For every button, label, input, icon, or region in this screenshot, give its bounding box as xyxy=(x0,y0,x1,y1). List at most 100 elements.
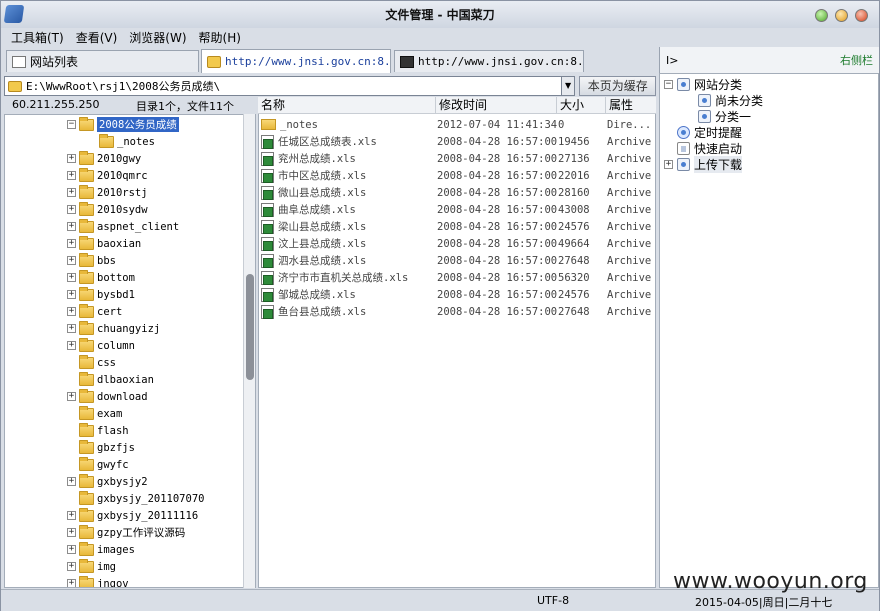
tree-expander[interactable]: + xyxy=(67,341,76,350)
sidebar-item-label: 上传下载 xyxy=(694,155,743,173)
tree-expander[interactable]: + xyxy=(67,205,76,214)
tree-expander[interactable]: + xyxy=(67,171,76,180)
sidebar-item[interactable]: 分类一 xyxy=(698,108,751,124)
file-row[interactable]: 济宁市市直机关总成绩.xls 2008-04-28 16:57:00 56320 Ar… xyxy=(259,269,655,286)
tab-file-manager[interactable]: http://www.jnsi.gov.cn:8... xyxy=(201,49,391,73)
tree-item[interactable]: gbzfjs xyxy=(67,439,135,456)
tree-item[interactable]: + images xyxy=(67,541,135,558)
right-panel-label[interactable]: 右侧栏 xyxy=(840,52,873,68)
tree-expander[interactable]: + xyxy=(67,188,76,197)
tree-expander[interactable]: + xyxy=(67,222,76,231)
tree-item[interactable]: + aspnet_client xyxy=(67,218,179,235)
tree-item[interactable]: + gxbysjy2 xyxy=(67,473,148,490)
file-row[interactable]: 兖州总成绩.xls 2008-04-28 16:57:00 27136 Archive xyxy=(259,150,655,167)
sidebar-item[interactable]: − 网站分类 xyxy=(664,76,742,92)
folder-icon xyxy=(79,524,94,539)
file-modified: 2008-04-28 16:57:00 xyxy=(437,271,558,284)
tree-item[interactable]: css xyxy=(67,354,116,371)
watermark: www.wooyun.org xyxy=(673,569,868,594)
tree-item-label: img xyxy=(97,560,116,573)
path-dropdown-button[interactable]: ▼ xyxy=(561,76,576,96)
file-row[interactable]: _notes 2012-07-04 11:41:34 0 Dire... xyxy=(259,116,655,133)
sidebar-item[interactable]: + 上传下载 xyxy=(664,155,743,173)
tree-item[interactable]: +2010rstj xyxy=(67,184,148,201)
tree-item[interactable]: + baoxian xyxy=(67,235,141,252)
tree-expander[interactable]: + xyxy=(67,477,76,486)
tree-expander[interactable]: − xyxy=(664,79,673,89)
tree-item[interactable]: gwyfc xyxy=(67,456,129,473)
tree-expander[interactable]: + xyxy=(67,392,76,401)
tree-item[interactable]: exam xyxy=(67,405,122,422)
tree-item-label: jngov xyxy=(97,577,129,588)
menu-browser[interactable]: 浏览器(W) xyxy=(127,28,192,46)
tree-expander[interactable]: + xyxy=(67,579,76,587)
file-modified: 2008-04-28 16:57:00 xyxy=(437,203,558,216)
folder-icon xyxy=(79,320,94,335)
file-row[interactable]: 任城区总成绩表.xls 2008-04-28 16:57:00 19456 Archi… xyxy=(259,133,655,150)
tab-site-list[interactable]: 网站列表 xyxy=(6,50,199,72)
sidebar-item-label: 尚未分类 xyxy=(715,93,764,108)
menu-help[interactable]: 帮助(H) xyxy=(197,28,247,46)
sidebar-item[interactable]: 定时提醒 xyxy=(664,124,742,140)
file-row[interactable]: 邹城总成绩.xls 2008-04-28 16:57:00 24576 Archive xyxy=(259,286,655,303)
tree-item[interactable]: +2010gwy xyxy=(67,150,141,167)
tree-item[interactable]: + download xyxy=(67,388,148,405)
file-attr: Archive xyxy=(607,288,652,301)
file-row[interactable]: 微山县总成绩.xls 2008-04-28 16:57:00 28160 Archiv… xyxy=(259,184,655,201)
sidebar-item[interactable]: 尚未分类 xyxy=(698,92,763,108)
minimize-button[interactable] xyxy=(815,9,828,22)
close-button[interactable] xyxy=(855,9,868,22)
file-row[interactable]: 梁山县总成绩.xls 2008-04-28 16:57:00 24576 Archiv… xyxy=(259,218,655,235)
tree-expander[interactable]: + xyxy=(67,528,76,537)
tree-expander[interactable]: + xyxy=(67,324,76,333)
tree-expander[interactable]: + xyxy=(67,290,76,299)
tree-expander[interactable]: + xyxy=(664,159,673,169)
tree-item[interactable]: + bbs xyxy=(67,252,116,269)
tree-item[interactable]: + bysbd1 xyxy=(67,286,135,303)
tree-expander[interactable]: − xyxy=(67,120,76,129)
scrollbar-thumb[interactable] xyxy=(246,274,254,380)
cache-button[interactable]: 本页为缓存 xyxy=(579,76,656,96)
file-row[interactable]: 市中区总成绩.xls 2008-04-28 16:57:00 22016 Archiv… xyxy=(259,167,655,184)
file-row[interactable]: 鱼台县总成绩.xls 2008-04-28 16:57:00 27648 Archiv… xyxy=(259,303,655,320)
file-row[interactable]: 曲阜总成绩.xls 2008-04-28 16:57:00 43008 Archive xyxy=(259,201,655,218)
tree-item[interactable]: + gzpy工作评议源码 xyxy=(67,524,185,541)
column-attr[interactable]: 属性 xyxy=(606,97,656,114)
column-name[interactable]: 名称 xyxy=(258,97,436,114)
column-size[interactable]: 大小 xyxy=(557,97,606,114)
tree-expander[interactable]: + xyxy=(67,545,76,554)
tree-expander[interactable]: + xyxy=(67,154,76,163)
panel-toggle-button[interactable]: I> xyxy=(666,54,678,67)
tree-expander[interactable]: + xyxy=(67,562,76,571)
tree-expander[interactable]: + xyxy=(67,273,76,282)
menu-view[interactable]: 查看(V) xyxy=(74,28,124,46)
tree-item[interactable]: _notes xyxy=(87,133,155,150)
tree-item[interactable]: flash xyxy=(67,422,129,439)
tree-item[interactable]: +2010sydw xyxy=(67,201,148,218)
tree-item[interactable]: dlbaoxian xyxy=(67,371,154,388)
tree-expander[interactable]: + xyxy=(67,307,76,316)
tree-item[interactable]: + cert xyxy=(67,303,122,320)
menu-toolbox[interactable]: 工具箱(T) xyxy=(9,28,70,46)
tree-item[interactable]: + jngov xyxy=(67,575,129,588)
tree-expander[interactable]: + xyxy=(67,511,76,520)
tree-expander[interactable]: + xyxy=(67,239,76,248)
file-row[interactable]: 汶上县总成绩.xls 2008-04-28 16:57:00 49664 Archiv… xyxy=(259,235,655,252)
file-row[interactable]: 泗水县总成绩.xls 2008-04-28 16:57:00 27648 Archiv… xyxy=(259,252,655,269)
tree-expander[interactable]: + xyxy=(67,256,76,265)
path-input[interactable]: E:\WwwRoot\rsj1\2008公务员成绩\ xyxy=(4,76,562,96)
tree-item[interactable]: − 2008公务员成绩 xyxy=(67,116,179,133)
tree-item[interactable]: +2010qmrc xyxy=(67,167,148,184)
sidebar-item[interactable]: 快速启动 xyxy=(664,140,742,156)
maximize-button[interactable] xyxy=(835,9,848,22)
tree-item-label: gxbysjy2 xyxy=(97,475,148,488)
tree-item[interactable]: gxbysjy_201107070 xyxy=(67,490,204,507)
tree-item[interactable]: + bottom xyxy=(67,269,135,286)
column-modified[interactable]: 修改时间 xyxy=(436,97,557,114)
tree-item[interactable]: + column xyxy=(67,337,135,354)
tree-item[interactable]: + img xyxy=(67,558,116,575)
tree-scrollbar[interactable] xyxy=(243,114,255,588)
tab-terminal[interactable]: http://www.jnsi.gov.cn:8... xyxy=(394,50,584,72)
tree-item[interactable]: + gxbysjy_20111116 xyxy=(67,507,198,524)
tree-item[interactable]: + chuangyizj xyxy=(67,320,160,337)
